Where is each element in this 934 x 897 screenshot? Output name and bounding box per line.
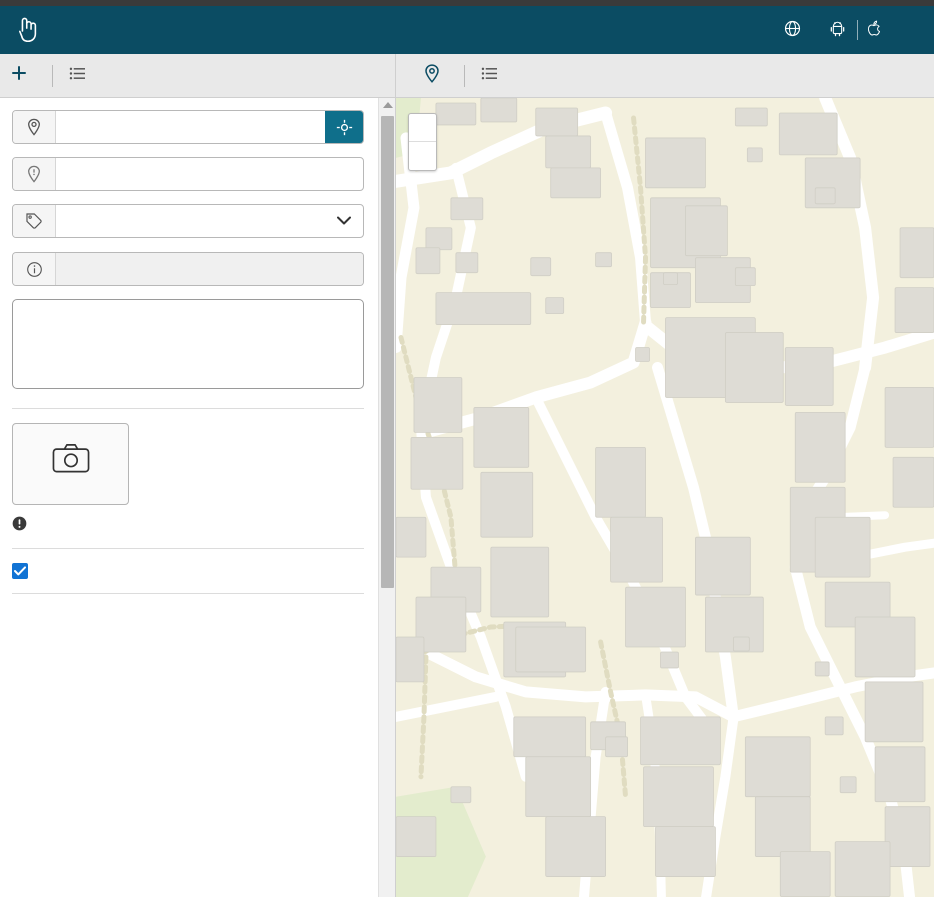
zoom-out-button[interactable]	[409, 142, 436, 170]
zoom-in-button[interactable]	[409, 114, 436, 142]
upload-size-note	[12, 516, 364, 534]
map-report-dots[interactable]	[396, 98, 934, 615]
header-divider	[857, 20, 858, 40]
camera-icon	[52, 443, 90, 478]
map-view-button[interactable]	[424, 63, 448, 88]
my-reports-button[interactable]	[69, 66, 94, 86]
locate-me-button[interactable]	[325, 111, 363, 143]
address-input[interactable]	[56, 111, 325, 143]
apple-download[interactable]	[867, 19, 882, 41]
hand-pointer-icon	[14, 15, 44, 45]
detail-field[interactable]	[12, 157, 364, 191]
object-number-field[interactable]	[12, 252, 364, 286]
list-icon	[69, 66, 86, 86]
subbar-right	[395, 54, 934, 97]
apple-icon	[867, 19, 882, 41]
form-content	[0, 98, 378, 594]
object-number-input[interactable]	[56, 253, 363, 285]
location-pin-icon	[13, 111, 56, 143]
subbar-divider-left	[52, 64, 53, 87]
header-right	[762, 19, 920, 41]
map-pin-icon	[424, 63, 440, 88]
page-body	[0, 98, 934, 897]
share-on-map-row[interactable]	[12, 563, 364, 579]
app-root	[0, 0, 934, 897]
map-view[interactable]	[395, 98, 934, 897]
location-pin-icon	[13, 158, 56, 190]
category-select[interactable]	[12, 204, 364, 238]
android-icon	[830, 20, 845, 41]
sub-toolbar	[0, 54, 934, 98]
detail-input[interactable]	[56, 158, 363, 190]
scroll-up-arrow[interactable]	[383, 102, 393, 108]
list-icon	[481, 66, 498, 86]
scrollbar-thumb[interactable]	[381, 116, 394, 588]
android-download[interactable]	[830, 20, 845, 41]
zoom-controls[interactable]	[408, 113, 437, 171]
subbar-left	[0, 54, 395, 97]
list-view-button[interactable]	[481, 66, 506, 86]
brand[interactable]	[14, 15, 52, 45]
tag-icon	[13, 205, 56, 237]
description-textarea[interactable]	[12, 299, 364, 389]
subbar-divider-right	[464, 64, 465, 87]
globe-icon	[784, 20, 801, 41]
divider-2	[12, 548, 364, 549]
divider-1	[12, 408, 364, 409]
address-field[interactable]	[12, 110, 364, 144]
form-scrollbar[interactable]	[378, 98, 395, 897]
add-photo-button[interactable]	[12, 423, 129, 505]
site-header	[0, 6, 934, 54]
report-form-panel	[0, 98, 395, 897]
crosshair-icon	[336, 119, 352, 135]
exclamation-icon	[12, 516, 27, 534]
new-report-button[interactable]	[10, 64, 36, 87]
plus-icon	[10, 64, 28, 87]
share-on-map-checkbox[interactable]	[12, 563, 28, 579]
category-input[interactable]	[56, 205, 363, 237]
language-selector[interactable]	[784, 20, 808, 41]
divider-3	[12, 593, 364, 594]
info-icon	[13, 253, 56, 285]
